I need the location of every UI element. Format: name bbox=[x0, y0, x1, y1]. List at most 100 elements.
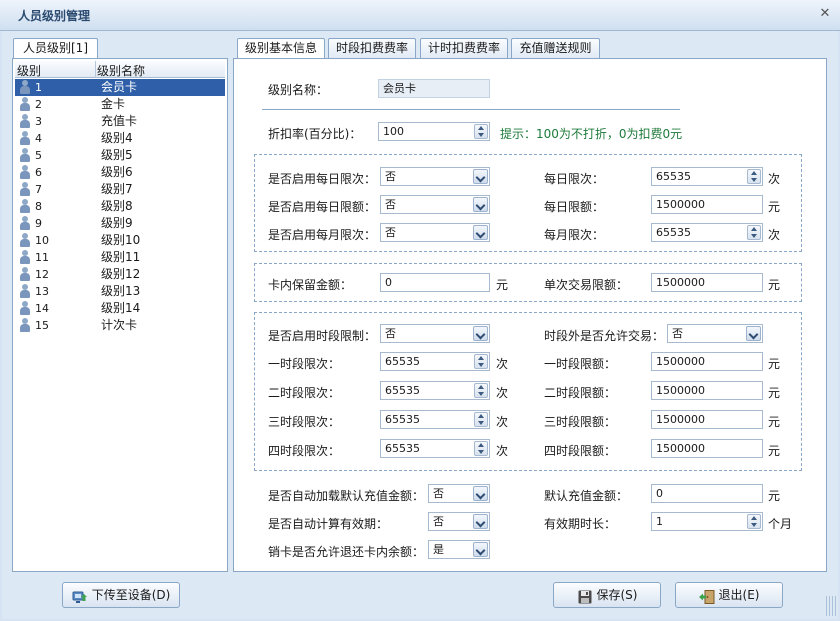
auto-validity-select[interactable]: 否 bbox=[428, 512, 490, 531]
table-row[interactable]: 5 级别5 bbox=[15, 147, 225, 164]
spinner-arrows-icon[interactable] bbox=[474, 354, 488, 369]
level-id: 7 bbox=[35, 183, 42, 196]
level-id: 1 bbox=[35, 81, 42, 94]
table-row[interactable]: 3 充值卡 bbox=[15, 113, 225, 130]
daily-amount-enable-value: 否 bbox=[385, 198, 396, 211]
discount-spinner[interactable]: 100 bbox=[378, 122, 490, 141]
chevron-down-icon[interactable] bbox=[473, 197, 488, 212]
user-icon bbox=[19, 301, 31, 316]
refund-select[interactable]: 是 bbox=[428, 540, 490, 559]
tab-level-list[interactable]: 人员级别[1] bbox=[13, 38, 98, 59]
tab-basic-info[interactable]: 级别基本信息 bbox=[237, 38, 325, 59]
table-row[interactable]: 14 级别14 bbox=[15, 300, 225, 317]
chevron-down-icon[interactable] bbox=[746, 326, 761, 341]
table-row[interactable]: 13 级别13 bbox=[15, 283, 225, 300]
period-amount-input[interactable]: 1500000 bbox=[651, 439, 763, 458]
auto-load-select[interactable]: 否 bbox=[428, 484, 490, 503]
tab-timing-fee[interactable]: 计时扣费费率 bbox=[420, 38, 508, 58]
discount-hint: 提示：100为不打折，0为扣费0元 bbox=[500, 127, 683, 141]
table-row[interactable]: 1 会员卡 bbox=[15, 79, 225, 96]
table-row[interactable]: 9 级别9 bbox=[15, 215, 225, 232]
daily-count-enable-select[interactable]: 否 bbox=[380, 167, 490, 186]
unit-yuan: 元 bbox=[768, 357, 781, 371]
monthly-count-value: 65535 bbox=[656, 226, 691, 239]
spinner-arrows-icon[interactable] bbox=[747, 169, 761, 184]
level-name: 计次卡 bbox=[101, 318, 138, 332]
level-name: 会员卡 bbox=[101, 80, 138, 94]
default-recharge-input[interactable]: 0 bbox=[651, 484, 763, 503]
level-id: 2 bbox=[35, 98, 42, 111]
user-icon bbox=[19, 148, 31, 163]
level-id: 4 bbox=[35, 132, 42, 145]
discount-value: 100 bbox=[383, 125, 404, 138]
unit-times: 次 bbox=[768, 172, 781, 186]
daily-amount-enable-select[interactable]: 否 bbox=[380, 195, 490, 214]
table-row[interactable]: 15 计次卡 bbox=[15, 317, 225, 334]
level-name-input[interactable]: 会员卡 bbox=[378, 79, 490, 98]
period-count-spinner[interactable]: 65535 bbox=[380, 410, 490, 429]
period-count-spinner[interactable]: 65535 bbox=[380, 381, 490, 400]
table-row[interactable]: 2 金卡 bbox=[15, 96, 225, 113]
daily-count-enable-label: 是否启用每日限次： bbox=[268, 172, 377, 186]
title-bar: 人员级别管理 ✕ bbox=[0, 0, 840, 31]
chevron-down-icon[interactable] bbox=[473, 514, 488, 529]
period-amount-input[interactable]: 1500000 bbox=[651, 410, 763, 429]
monthly-count-enable-select[interactable]: 否 bbox=[380, 223, 490, 242]
spinner-arrows-icon[interactable] bbox=[474, 383, 488, 398]
chevron-down-icon[interactable] bbox=[473, 169, 488, 184]
table-row[interactable]: 10 级别10 bbox=[15, 232, 225, 249]
level-id: 9 bbox=[35, 217, 42, 230]
exit-button[interactable]: 退出(E) bbox=[675, 582, 783, 608]
daily-count-value: 65535 bbox=[656, 170, 691, 183]
table-row[interactable]: 11 级别11 bbox=[15, 249, 225, 266]
period-amount-value: 1500000 bbox=[656, 442, 705, 455]
unit-yuan: 元 bbox=[768, 386, 781, 400]
level-list-header: 级别 级别名称 bbox=[15, 61, 225, 78]
save-button[interactable]: 保存(S) bbox=[553, 582, 661, 608]
outside-period-select[interactable]: 否 bbox=[667, 324, 763, 343]
period-amount-value: 1500000 bbox=[656, 413, 705, 426]
period-count-value: 65535 bbox=[385, 413, 420, 426]
table-row[interactable]: 12 级别12 bbox=[15, 266, 225, 283]
close-icon[interactable]: ✕ bbox=[818, 7, 832, 21]
spinner-arrows-icon[interactable] bbox=[474, 412, 488, 427]
spinner-arrows-icon[interactable] bbox=[474, 124, 488, 139]
upload-to-device-button[interactable]: 下传至设备(D) bbox=[62, 582, 180, 608]
spinner-arrows-icon[interactable] bbox=[747, 514, 761, 529]
table-row[interactable]: 7 级别7 bbox=[15, 181, 225, 198]
level-id: 15 bbox=[35, 319, 49, 332]
table-row[interactable]: 6 级别6 bbox=[15, 164, 225, 181]
user-icon bbox=[19, 267, 31, 282]
chevron-down-icon[interactable] bbox=[473, 542, 488, 557]
period-count-spinner[interactable]: 65535 bbox=[380, 352, 490, 371]
refund-value: 是 bbox=[433, 543, 444, 556]
reserve-input[interactable]: 0 bbox=[380, 273, 490, 292]
tab-recharge-bonus[interactable]: 充值赠送规则 bbox=[511, 38, 600, 58]
spinner-arrows-icon[interactable] bbox=[747, 225, 761, 240]
monthly-count-spinner[interactable]: 65535 bbox=[651, 223, 763, 242]
level-name: 级别11 bbox=[101, 250, 141, 264]
period-count-spinner[interactable]: 65535 bbox=[380, 439, 490, 458]
chevron-down-icon[interactable] bbox=[473, 486, 488, 501]
validity-spinner[interactable]: 1 bbox=[651, 512, 763, 531]
period-amount-input[interactable]: 1500000 bbox=[651, 381, 763, 400]
column-level[interactable]: 级别 bbox=[17, 62, 41, 79]
daily-amount-input[interactable]: 1500000 bbox=[651, 195, 763, 214]
tab-period-fee[interactable]: 时段扣费费率 bbox=[328, 38, 416, 58]
chevron-down-icon[interactable] bbox=[473, 326, 488, 341]
level-name: 级别13 bbox=[101, 284, 141, 298]
level-id: 6 bbox=[35, 166, 42, 179]
table-row[interactable]: 8 级别8 bbox=[15, 198, 225, 215]
period-enable-select[interactable]: 否 bbox=[380, 324, 490, 343]
resize-grip[interactable] bbox=[826, 596, 836, 616]
single-limit-input[interactable]: 1500000 bbox=[651, 273, 763, 292]
daily-count-spinner[interactable]: 65535 bbox=[651, 167, 763, 186]
chevron-down-icon[interactable] bbox=[473, 225, 488, 240]
level-name: 级别8 bbox=[101, 199, 133, 213]
period-amount-label: 三时段限额： bbox=[544, 415, 617, 429]
table-row[interactable]: 4 级别4 bbox=[15, 130, 225, 147]
period-amount-input[interactable]: 1500000 bbox=[651, 352, 763, 371]
spinner-arrows-icon[interactable] bbox=[474, 441, 488, 456]
period-count-label: 二时段限次： bbox=[268, 386, 341, 400]
column-level-name[interactable]: 级别名称 bbox=[97, 62, 145, 79]
